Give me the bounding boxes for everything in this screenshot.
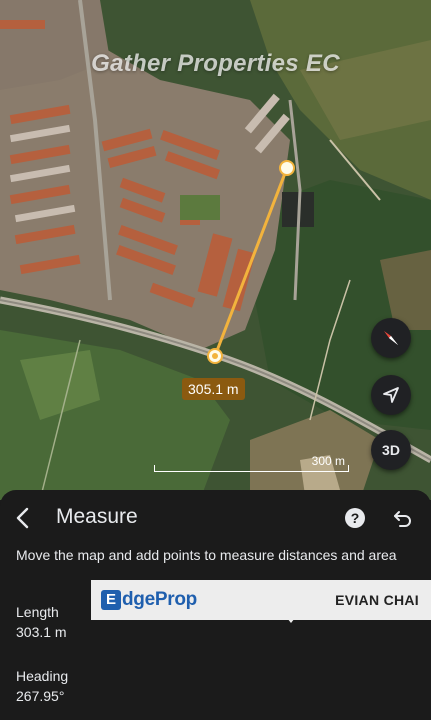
help-button[interactable]: ?: [345, 508, 365, 528]
edgeprop-logo: E dgeProp: [101, 588, 197, 612]
scale-bar: 300 m: [154, 454, 349, 472]
ad-banner[interactable]: E dgeProp EVIAN CHAI: [91, 580, 431, 620]
chevron-left-icon: [16, 507, 29, 529]
undo-button[interactable]: [392, 507, 414, 529]
back-button[interactable]: [10, 504, 36, 532]
measure-point-start: [279, 160, 295, 176]
length-value: 303.1 m: [16, 624, 67, 640]
heading-value: 267.95°: [16, 688, 65, 704]
scale-label: 300 m: [311, 454, 345, 468]
agent-name: EVIAN CHAI: [335, 592, 419, 608]
compass-icon: [384, 331, 398, 345]
distance-chip: 305.1 m: [182, 378, 245, 400]
edgeprop-logo-mark: E: [101, 590, 121, 610]
watermark-text: Gather Properties EC: [91, 50, 340, 77]
three-d-button[interactable]: 3D: [371, 430, 411, 470]
panel-header: Measure ?: [0, 490, 431, 546]
map-view[interactable]: Gather Properties EC 305.1 m 3D 300 m: [0, 0, 431, 500]
compass-button[interactable]: [371, 318, 411, 358]
navigation-arrow-icon: [383, 387, 399, 403]
panel-title: Measure: [56, 505, 138, 528]
ad-pointer: [287, 618, 295, 623]
heading-label: Heading: [16, 668, 69, 684]
edgeprop-logo-text: dgeProp: [122, 589, 197, 610]
undo-icon: [394, 511, 411, 527]
locate-button[interactable]: [371, 375, 411, 415]
length-label: Length: [16, 604, 59, 620]
instructions-text: Move the map and add points to measure d…: [16, 547, 397, 563]
